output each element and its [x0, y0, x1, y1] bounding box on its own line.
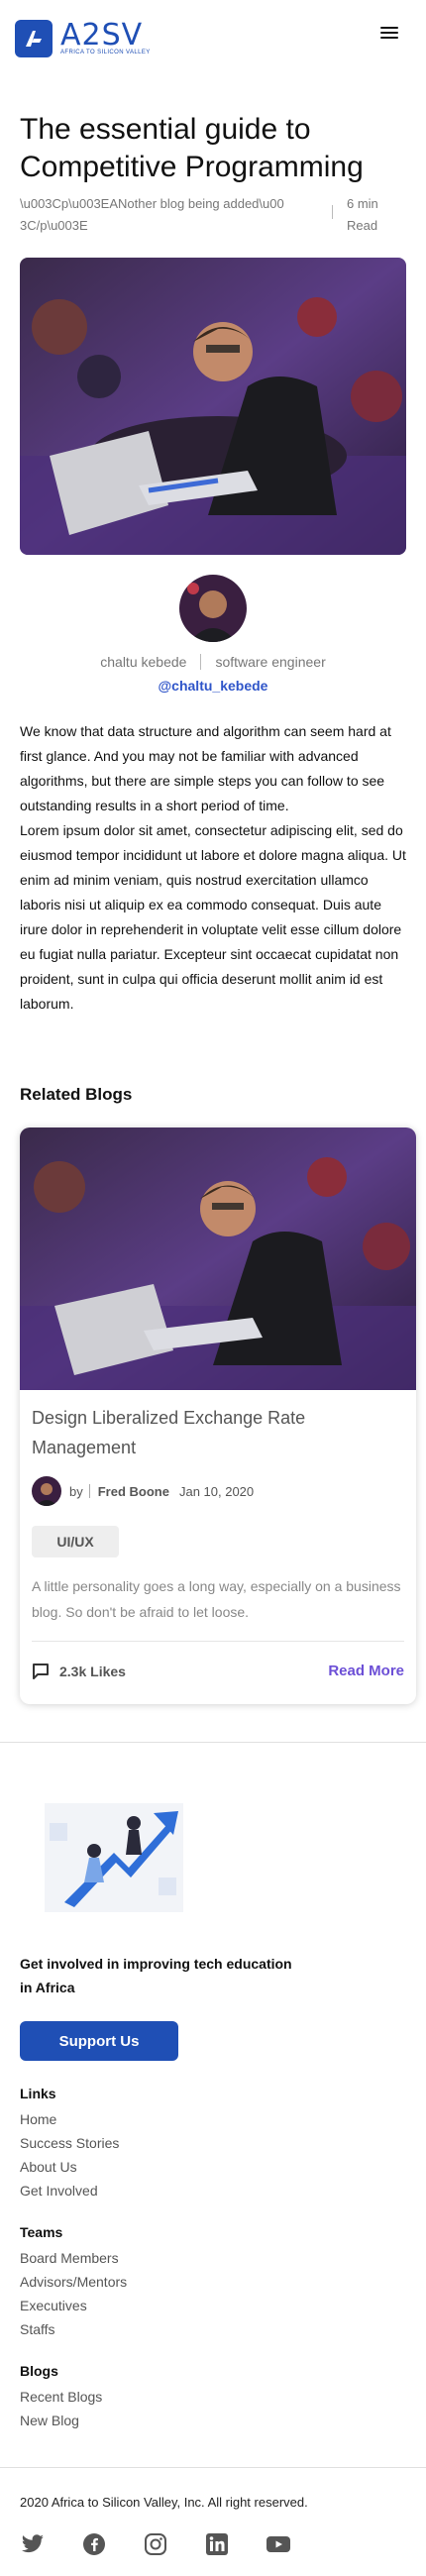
blog-card-author: by Fred Boone Jan 10, 2020	[32, 1476, 254, 1506]
article-paragraph: Lorem ipsum dolor sit amet, consectetur …	[20, 822, 406, 1012]
logo-word: A2SV	[60, 18, 144, 53]
blog-likes[interactable]: 2.3k Likes	[32, 1663, 126, 1680]
author-role: software engineer	[215, 654, 326, 670]
read-more-link[interactable]: Read More	[328, 1663, 404, 1679]
support-us-button[interactable]: Support Us	[20, 2021, 178, 2061]
author-avatar[interactable]	[179, 575, 247, 642]
footer-blogs-group: Blogs Recent Blogs New Blog	[20, 2363, 102, 2432]
linkedin-icon[interactable]	[204, 2531, 230, 2557]
article-body: We know that data structure and algorith…	[20, 719, 408, 1017]
footer-divider	[0, 1742, 426, 1743]
card-divider	[32, 1641, 404, 1642]
article-description: \u003Cp\u003EANother blog being added\u0…	[20, 196, 284, 233]
site-logo[interactable]: A2SV AFRICA TO SILICON VALLEY	[15, 20, 151, 57]
footer-link-executives[interactable]: Executives	[20, 2294, 127, 2317]
footer-teams-heading: Teams	[20, 2224, 63, 2240]
footer-link-recent-blogs[interactable]: Recent Blogs	[20, 2385, 102, 2409]
instagram-icon[interactable]	[143, 2531, 168, 2557]
comment-icon	[33, 1664, 49, 1679]
site-header: A2SV AFRICA TO SILICON VALLEY	[0, 0, 426, 74]
meta-divider	[332, 205, 333, 219]
twitter-icon[interactable]	[20, 2531, 46, 2557]
related-blogs-heading: Related Blogs	[20, 1085, 133, 1104]
article-title: The essential guide to Competitive Progr…	[20, 113, 364, 183]
author-block: chaltu kebede software engineer @chaltu_k…	[0, 575, 426, 694]
author-name: chaltu kebede	[100, 654, 187, 670]
youtube-icon[interactable]	[266, 2531, 291, 2557]
footer-bottom-divider	[0, 2467, 426, 2468]
footer-teams-group: Teams Board Members Advisors/Mentors Exe…	[20, 2224, 127, 2341]
logo-subtitle: AFRICA TO SILICON VALLEY	[60, 50, 151, 55]
footer-links-heading: Links	[20, 2086, 56, 2101]
author-handle-link[interactable]: @chaltu_kebede	[0, 678, 426, 694]
blog-card-title[interactable]: Design Liberalized Exchange Rate Managem…	[32, 1403, 369, 1462]
blog-tag[interactable]: UI/UX	[32, 1526, 119, 1557]
footer-link-get-involved[interactable]: Get Involved	[20, 2179, 119, 2202]
article-hero-image	[20, 258, 406, 555]
blog-card-image	[20, 1127, 416, 1390]
blog-author-by: by	[69, 1483, 83, 1499]
footer-link-staffs[interactable]: Staffs	[20, 2317, 127, 2341]
logo-mark-icon	[15, 20, 53, 57]
footer-tagline: Get involved in improving tech education…	[20, 1956, 292, 1995]
likes-count: 2.3k Likes	[59, 1664, 126, 1679]
footer-link-board-members[interactable]: Board Members	[20, 2246, 127, 2270]
article-paragraph: We know that data structure and algorith…	[20, 723, 391, 813]
related-blog-card[interactable]: Design Liberalized Exchange Rate Managem…	[20, 1127, 416, 1704]
social-links	[20, 2531, 327, 2557]
footer-link-success-stories[interactable]: Success Stories	[20, 2131, 119, 2155]
footer-blogs-heading: Blogs	[20, 2363, 58, 2379]
footer-link-about-us[interactable]: About Us	[20, 2155, 119, 2179]
footer-links-group: Links Home Success Stories About Us Get …	[20, 2086, 119, 2202]
facebook-icon[interactable]	[81, 2531, 107, 2557]
blog-date: Jan 10, 2020	[178, 1483, 255, 1499]
footer-link-new-blog[interactable]: New Blog	[20, 2409, 102, 2432]
footer-link-advisors[interactable]: Advisors/Mentors	[20, 2270, 127, 2294]
read-time: 6 min Read	[347, 196, 378, 233]
blog-excerpt: A little personality goes a long way, es…	[32, 1578, 401, 1620]
blog-author-name: Fred Boone	[97, 1483, 169, 1499]
footer-link-home[interactable]: Home	[20, 2107, 119, 2131]
blog-author-avatar	[32, 1476, 61, 1506]
article-meta: \u003Cp\u003EANother blog being added\u0…	[20, 193, 406, 239]
copyright-text: 2020 Africa to Silicon Valley, Inc. All …	[20, 2495, 308, 2510]
hamburger-menu-icon[interactable]	[380, 27, 398, 41]
footer-illustration	[35, 1783, 193, 1922]
